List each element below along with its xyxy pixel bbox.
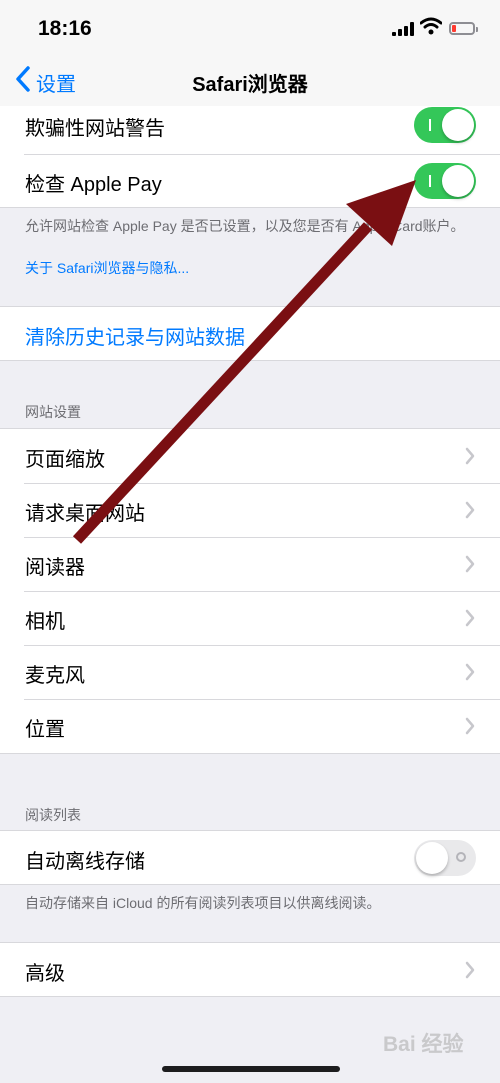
- clear-history-group: 清除历史记录与网站数据: [0, 306, 500, 361]
- fraud-warning-toggle[interactable]: [414, 107, 476, 143]
- toggle-knob: [416, 842, 448, 874]
- microphone-row[interactable]: 麦克风: [0, 645, 500, 699]
- toggle-off-mark: [456, 852, 466, 862]
- website-settings-header: 网站设置: [25, 404, 81, 420]
- privacy-settings-group: 欺骗性网站警告 检查 Apple Pay: [0, 100, 500, 208]
- toggle-on-mark: [429, 119, 431, 131]
- toggle-knob: [442, 165, 474, 197]
- chevron-right-icon: [465, 447, 475, 465]
- check-apple-pay-toggle[interactable]: [414, 163, 476, 199]
- advanced-group: 高级: [0, 942, 500, 997]
- clear-history-label: 清除历史记录与网站数据: [25, 327, 245, 349]
- reader-label: 阅读器: [25, 557, 85, 579]
- clear-history-button[interactable]: 清除历史记录与网站数据: [0, 307, 500, 361]
- safari-privacy-link[interactable]: 关于 Safari浏览器与隐私...: [25, 258, 189, 278]
- check-apple-pay-label: 检查 Apple Pay: [25, 174, 162, 196]
- chevron-right-icon: [465, 717, 475, 735]
- reading-list-footer-text: 自动存储来自 iCloud 的所有阅读列表项目以供离线阅读。: [25, 895, 381, 911]
- camera-row[interactable]: 相机: [0, 591, 500, 645]
- auto-save-offline-label: 自动离线存储: [25, 851, 145, 873]
- home-indicator: [162, 1066, 340, 1072]
- camera-label: 相机: [25, 611, 65, 633]
- fraud-warning-label: 欺骗性网站警告: [25, 118, 165, 140]
- website-settings-group: 页面缩放 请求桌面网站 阅读器 相机 麦克风 位置: [0, 428, 500, 754]
- toggle-on-mark: [429, 175, 431, 187]
- page-zoom-row[interactable]: 页面缩放: [0, 429, 500, 483]
- navigation-bar-foreground: 设置 Safari浏览器: [0, 60, 500, 106]
- battery-level: [452, 25, 456, 32]
- chevron-right-icon: [465, 555, 475, 573]
- chevron-right-icon: [465, 663, 475, 681]
- advanced-label: 高级: [25, 963, 65, 985]
- auto-save-offline-row[interactable]: 自动离线存储: [0, 831, 500, 885]
- reader-row[interactable]: 阅读器: [0, 537, 500, 591]
- status-bar: 18:16: [0, 0, 500, 60]
- status-time: 18:16: [38, 17, 92, 40]
- request-desktop-site-label: 请求桌面网站: [25, 503, 145, 525]
- reading-list-header: 阅读列表: [25, 807, 81, 823]
- watermark-logo: Bai 经验: [383, 1033, 464, 1056]
- auto-save-offline-toggle[interactable]: [414, 840, 476, 876]
- location-label: 位置: [25, 719, 65, 741]
- check-apple-pay-row[interactable]: 检查 Apple Pay: [0, 154, 500, 208]
- toggle-knob: [442, 109, 474, 141]
- chevron-right-icon: [465, 501, 475, 519]
- fraud-warning-row[interactable]: 欺骗性网站警告: [0, 100, 500, 154]
- page-zoom-label: 页面缩放: [25, 449, 105, 471]
- battery-icon: [449, 22, 478, 35]
- request-desktop-site-row[interactable]: 请求桌面网站: [0, 483, 500, 537]
- chevron-right-icon: [465, 609, 475, 627]
- chevron-right-icon: [465, 961, 475, 979]
- wifi-icon: [420, 17, 442, 35]
- advanced-row[interactable]: 高级: [0, 943, 500, 997]
- cellular-signal-icon: [392, 22, 414, 36]
- microphone-label: 麦克风: [25, 665, 85, 687]
- location-row[interactable]: 位置: [0, 699, 500, 753]
- apple-pay-footer-text: 允许网站检查 Apple Pay 是否已设置，以及您是否有 Apple Card…: [25, 218, 465, 234]
- page-title: Safari浏览器: [192, 74, 308, 96]
- reading-list-group: 自动离线存储: [0, 830, 500, 885]
